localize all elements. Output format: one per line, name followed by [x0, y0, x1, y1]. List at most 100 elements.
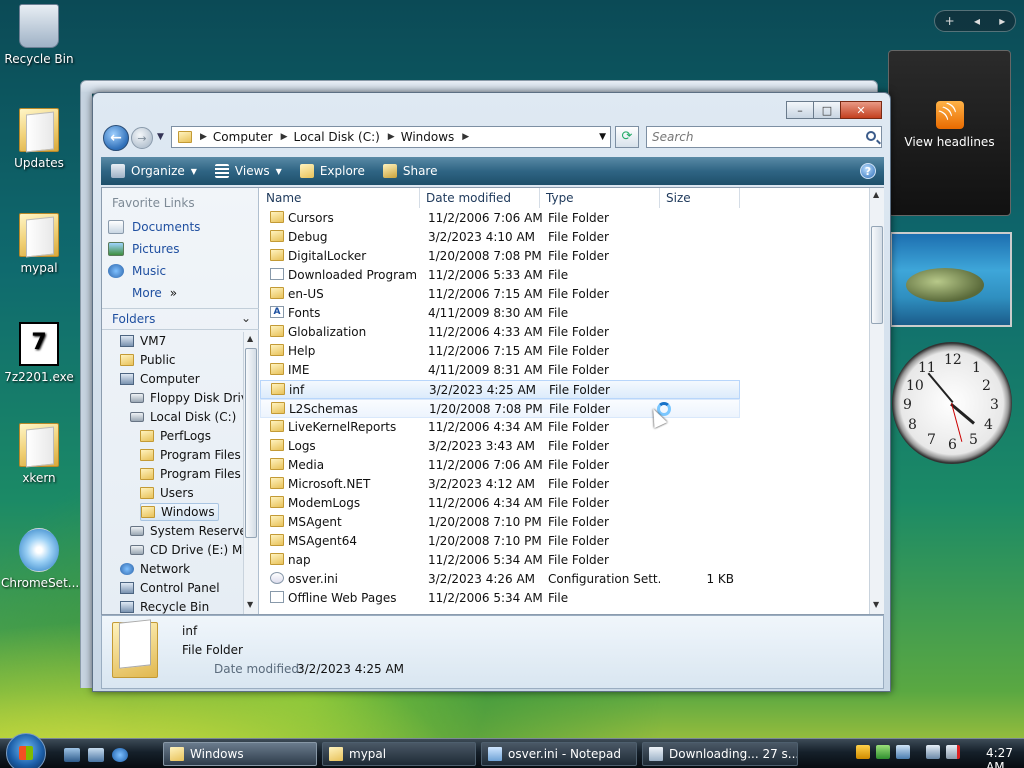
search-icon[interactable]: [866, 131, 876, 141]
views-button[interactable]: Views ▼: [214, 164, 282, 178]
column-header-size[interactable]: Size: [660, 188, 740, 208]
scroll-down-icon[interactable]: ▼: [873, 600, 879, 609]
file-row[interactable]: ModemLogs 11/2/2006 4:34 AM File Folder: [260, 494, 740, 513]
breadcrumb-computer[interactable]: Computer: [213, 130, 273, 144]
address-bar[interactable]: ▶ Computer ▶ Local Disk (C:) ▶ Windows ▶…: [171, 126, 611, 148]
address-dropdown-icon[interactable]: ▼: [599, 132, 606, 142]
file-row[interactable]: LiveKernelReports 11/2/2006 4:34 AM File F…: [260, 418, 740, 437]
tree-item-control-panel[interactable]: Control Panel: [120, 579, 220, 597]
favorite-links-more[interactable]: More »: [132, 286, 177, 300]
favorite-link-music[interactable]: Music: [108, 264, 166, 278]
help-icon[interactable]: ?: [860, 163, 876, 179]
file-list-scroll-thumb[interactable]: [871, 226, 883, 324]
breadcrumb-local-disk[interactable]: Local Disk (C:): [294, 130, 380, 144]
tree-scroll-thumb[interactable]: [245, 348, 257, 538]
taskbar-button-mypal[interactable]: mypal: [322, 742, 476, 766]
desktop-icon-7z2201[interactable]: 7 7z2201.exe: [1, 322, 77, 384]
scroll-up-icon[interactable]: ▲: [247, 334, 253, 343]
refresh-icon[interactable]: ⟳: [615, 126, 639, 148]
breadcrumb-windows[interactable]: Windows: [401, 130, 455, 144]
file-row[interactable]: nap 11/2/2006 5:34 AM File Folder: [260, 551, 740, 570]
tree-item-recycle-bin[interactable]: Recycle Bin: [120, 598, 209, 614]
explore-button[interactable]: Explore: [299, 164, 365, 178]
tree-item-cd-drive[interactable]: CD Drive (E:) My: [130, 541, 243, 559]
tree-item-users[interactable]: Users: [140, 484, 194, 502]
desktop-icon-xkern[interactable]: xkern: [1, 423, 77, 485]
tree-item-floppy[interactable]: Floppy Disk Drive: [130, 389, 243, 407]
slideshow-gadget[interactable]: [890, 232, 1012, 327]
file-row[interactable]: Microsoft.NET 3/2/2023 4:12 AM File Folder: [260, 475, 740, 494]
organize-button[interactable]: Organize ▼: [111, 164, 197, 178]
breadcrumb-separator-icon[interactable]: ▶: [200, 132, 207, 142]
tree-item-computer[interactable]: Computer: [120, 370, 200, 388]
column-header-name[interactable]: Name: [260, 188, 420, 208]
tree-item-perflogs[interactable]: PerfLogs: [140, 427, 211, 445]
internet-explorer-icon[interactable]: [112, 748, 128, 762]
file-row[interactable]: Downloaded Program ... 11/2/2006 5:33 AM F…: [260, 266, 740, 285]
search-input[interactable]: Search: [646, 126, 882, 148]
favorite-link-documents[interactable]: Documents: [108, 220, 200, 234]
add-gadget-button[interactable]: +: [945, 14, 955, 28]
tree-item-vm7[interactable]: VM7: [120, 332, 166, 350]
file-row[interactable]: Help 11/2/2006 7:15 AM File Folder: [260, 342, 740, 361]
feed-headlines-gadget[interactable]: View headlines: [888, 50, 1011, 216]
back-arrow-icon[interactable]: ←: [103, 125, 129, 151]
file-row[interactable]: Cursors 11/2/2006 7:06 AM File Folder: [260, 209, 740, 228]
file-row[interactable]: osver.ini 3/2/2023 4:26 AM Configuration S…: [260, 570, 740, 589]
close-button[interactable]: ✕: [840, 101, 882, 119]
file-row[interactable]: inf 3/2/2023 4:25 AM File Folder: [260, 380, 740, 399]
column-header-date[interactable]: Date modified: [420, 188, 540, 208]
start-button[interactable]: [6, 733, 46, 768]
tree-item-network[interactable]: Network: [120, 560, 190, 578]
recent-pages-dropdown-icon[interactable]: ▼: [157, 132, 164, 142]
maximize-button[interactable]: □: [813, 101, 841, 119]
taskbar-button-downloading[interactable]: Downloading... 27 s...: [642, 742, 798, 766]
file-row[interactable]: A Fonts 4/11/2009 8:30 AM File: [260, 304, 740, 323]
file-row[interactable]: MSAgent 1/20/2008 7:10 PM File Folder: [260, 513, 740, 532]
tree-item-program-files[interactable]: Program Files: [140, 446, 241, 464]
update-icon[interactable]: [876, 745, 890, 759]
folders-header[interactable]: Folders ⌄: [102, 308, 259, 330]
scroll-down-icon[interactable]: ▼: [247, 600, 253, 609]
file-row[interactable]: Logs 3/2/2023 3:43 AM File Folder: [260, 437, 740, 456]
taskbar-button-notepad[interactable]: osver.ini - Notepad: [481, 742, 637, 766]
switch-windows-icon[interactable]: [88, 748, 104, 762]
tree-item-local-disk[interactable]: Local Disk (C:): [130, 408, 236, 426]
breadcrumb-separator-icon[interactable]: ▶: [281, 132, 288, 142]
taskbar-clock[interactable]: 4:27 AM: [986, 746, 1024, 768]
previous-page-button[interactable]: ◂: [974, 14, 980, 28]
next-page-button[interactable]: ▸: [999, 14, 1005, 28]
favorite-link-pictures[interactable]: Pictures: [108, 242, 180, 256]
tree-item-windows[interactable]: Windows: [140, 503, 219, 521]
file-row[interactable]: DigitalLocker 1/20/2008 7:08 PM File Folde…: [260, 247, 740, 266]
file-row[interactable]: en-US 11/2/2006 7:15 AM File Folder: [260, 285, 740, 304]
security-shield-icon[interactable]: [856, 745, 870, 759]
file-row[interactable]: Offline Web Pages 11/2/2006 5:34 AM File: [260, 589, 740, 608]
desktop-icon-updates[interactable]: Updates: [1, 108, 77, 170]
volume-muted-icon[interactable]: [946, 745, 960, 759]
file-row[interactable]: Globalization 11/2/2006 4:33 AM File Folde…: [260, 323, 740, 342]
share-button[interactable]: Share: [382, 164, 437, 178]
column-header-type[interactable]: Type: [540, 188, 660, 208]
file-row[interactable]: IME 4/11/2009 8:31 AM File Folder: [260, 361, 740, 380]
desktop-icon-chromesetup[interactable]: ChromeSet...: [1, 528, 79, 590]
file-row[interactable]: Media 11/2/2006 7:06 AM File Folder: [260, 456, 740, 475]
desktop-icon-mypal[interactable]: mypal: [1, 213, 77, 275]
forward-arrow-icon[interactable]: →: [131, 127, 153, 149]
tree-scrollbar[interactable]: ▲ ▼: [243, 332, 258, 614]
file-row[interactable]: Debug 3/2/2023 4:10 AM File Folder: [260, 228, 740, 247]
breadcrumb-separator-icon[interactable]: ▶: [462, 132, 469, 142]
file-list-scrollbar[interactable]: ▲ ▼: [869, 188, 884, 614]
desktop-icon-recycle-bin[interactable]: Recycle Bin: [1, 4, 77, 66]
file-row[interactable]: MSAgent64 1/20/2008 7:10 PM File Folder: [260, 532, 740, 551]
breadcrumb-separator-icon[interactable]: ▶: [388, 132, 395, 142]
taskbar-button-windows[interactable]: Windows: [163, 742, 317, 766]
devices-icon[interactable]: [896, 745, 910, 759]
network-status-icon[interactable]: [926, 745, 940, 759]
tree-item-public[interactable]: Public: [120, 351, 176, 369]
scroll-up-icon[interactable]: ▲: [873, 190, 879, 199]
minimize-button[interactable]: –: [786, 101, 814, 119]
tree-item-program-files-x86[interactable]: Program Files (: [140, 465, 243, 483]
show-desktop-icon[interactable]: [64, 748, 80, 762]
tree-item-system-reserved[interactable]: System Reserved: [130, 522, 243, 540]
